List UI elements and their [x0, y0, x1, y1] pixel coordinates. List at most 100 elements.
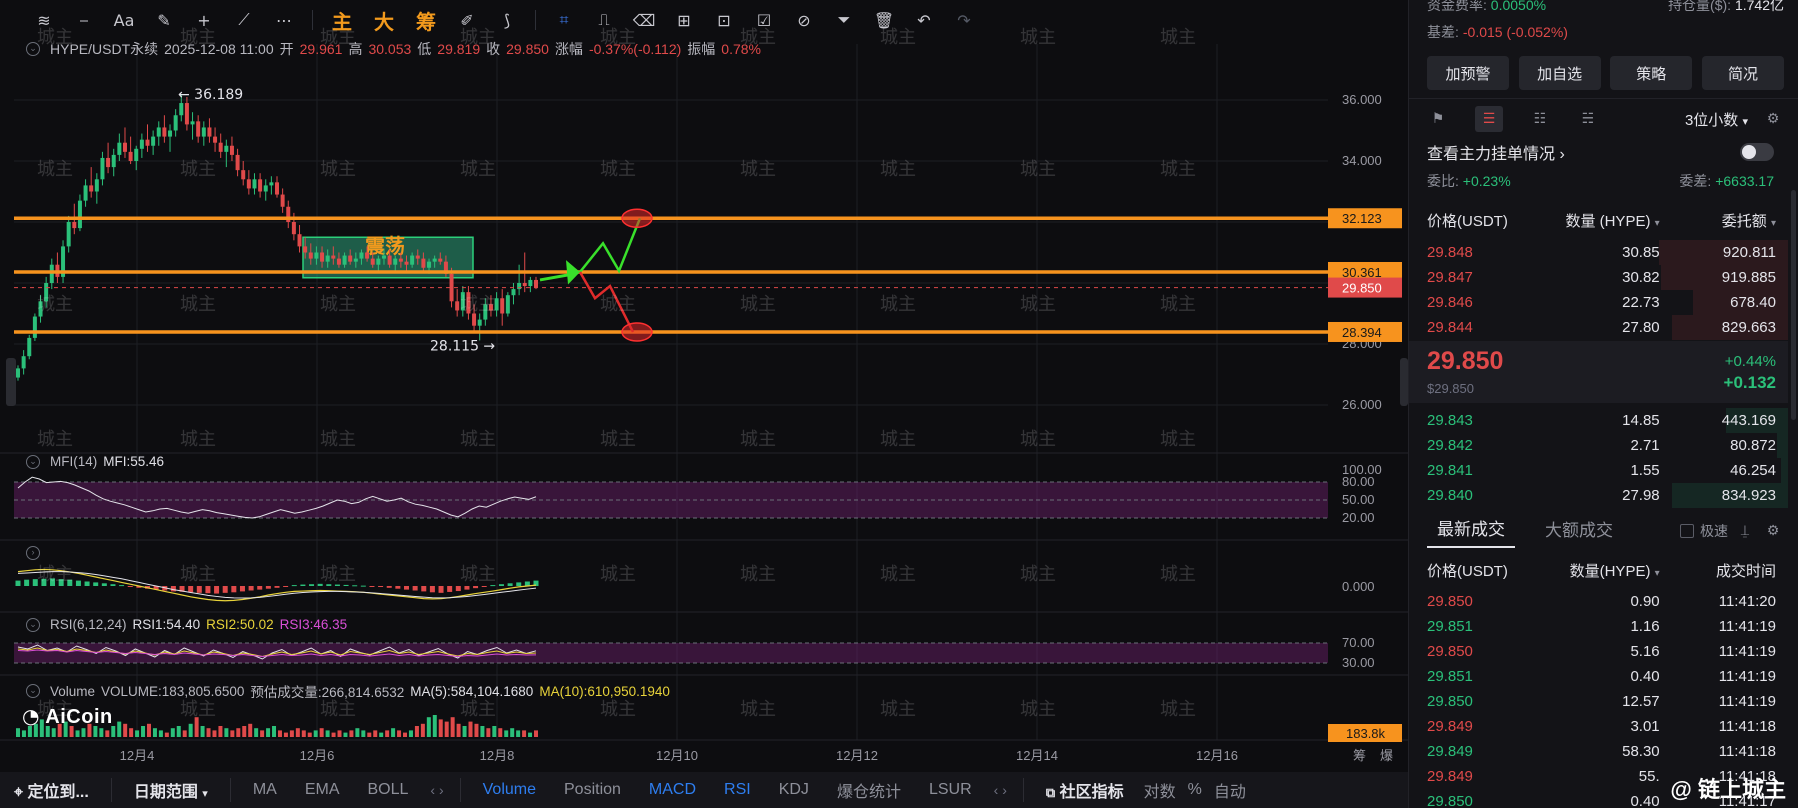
depth-bar — [1781, 458, 1788, 483]
auto-scale-toggle[interactable]: 自动 — [1208, 778, 1252, 802]
ob-total-header[interactable]: 委托额 ▾ — [1660, 210, 1776, 231]
filter-icon[interactable]: ⏷ — [824, 0, 864, 40]
candle-body — [314, 252, 319, 259]
add-alert-button[interactable]: 加预警 — [1427, 56, 1509, 90]
watermark-text: 城主 — [320, 699, 356, 720]
tr-qty-header[interactable]: 数量(HYPE) ▾ — [1555, 560, 1660, 581]
indicator-kdj[interactable]: KDJ — [765, 781, 823, 799]
candle-body — [381, 255, 386, 259]
book-bids-icon[interactable]: ☵ — [1577, 108, 1599, 130]
tab-large-trades[interactable]: 大额成交 — [1515, 516, 1623, 547]
volume-bar — [361, 730, 366, 737]
book-both-icon[interactable]: ☰ — [1475, 106, 1503, 132]
indicator-position[interactable]: Position — [550, 781, 635, 799]
rsi-legend: ⌄ RSI(6,12,24) RSI1:54.40 RSI2:50.02 RSI… — [26, 617, 347, 632]
candle-body — [21, 356, 26, 369]
ray-tool-icon[interactable]: ⟋ — [224, 0, 264, 40]
date-range-button[interactable]: 日期范围 ▾ — [120, 778, 222, 802]
ask-row[interactable]: 29.846 22.73 678.40 — [1427, 290, 1776, 315]
template-icon[interactable]: ☑ — [744, 0, 784, 40]
trades-header: 价格(USDT) 数量(HYPE) ▾ 成交时间 — [1427, 558, 1776, 583]
log-scale-toggle[interactable]: 对数 — [1138, 778, 1182, 802]
measure-icon[interactable]: ⊞ — [664, 0, 704, 40]
bid-row[interactable]: 29.840 27.98 834.923 — [1427, 483, 1776, 508]
collapse-icon[interactable]: ⌄ — [26, 684, 40, 698]
bid-row[interactable]: 29.842 2.71 80.872 — [1427, 433, 1776, 458]
indicator-boll[interactable]: BOLL — [353, 781, 422, 799]
percent-scale-toggle[interactable]: % — [1182, 781, 1208, 799]
ruler-icon[interactable]: ⎍ — [584, 0, 624, 40]
ob-total-label: 委托额 — [1721, 213, 1767, 230]
bid-row[interactable]: 29.843 14.85 443.169 — [1427, 408, 1776, 433]
strategy-button[interactable]: 策略 — [1610, 56, 1693, 90]
redo-icon[interactable]: ↷ — [944, 0, 984, 40]
locate-button[interactable]: ⌖ 定位到... — [0, 778, 103, 802]
macd-histogram-bar — [438, 586, 444, 593]
brush-icon[interactable]: ⟆ — [487, 0, 527, 40]
indicator-lsur[interactable]: LSUR — [915, 781, 986, 799]
decimal-selector[interactable]: 3位小数 ▾ — [1685, 109, 1748, 130]
indicator-volume[interactable]: Volume — [469, 781, 550, 799]
rsi2-value: RSI2:50.02 — [206, 617, 274, 632]
horizontal-line-icon[interactable]: ⎯ — [64, 0, 104, 40]
ask-row[interactable]: 29.844 27.80 829.663 — [1427, 315, 1776, 340]
ohlc-info: ⌄ HYPE/USDT永续 2025-12-08 11:00 开 29.961 … — [26, 40, 761, 58]
indicator-liquidation[interactable]: 爆仓统计 — [823, 778, 915, 802]
change-label: 涨幅 — [554, 41, 583, 57]
speed-checkbox[interactable] — [1680, 524, 1694, 538]
delete-icon[interactable]: 🗑 — [864, 0, 904, 40]
candle-body — [331, 255, 336, 259]
chevron-left-right-icon[interactable]: ‹ › — [986, 782, 1015, 798]
magnet-icon[interactable]: ⌗ — [544, 0, 584, 40]
ask-row[interactable]: 29.847 30.82 919.885 — [1427, 265, 1776, 290]
settings-icon[interactable]: ⚙ — [1762, 520, 1784, 542]
split-icon[interactable]: ⍊ — [1734, 520, 1756, 542]
settings-icon[interactable]: ⚙ — [1762, 108, 1784, 130]
more-tools-icon[interactable]: ⋯ — [264, 0, 304, 40]
indicator-macd[interactable]: MACD — [635, 781, 710, 799]
indicator-ma[interactable]: MA — [239, 781, 291, 799]
candle-body — [32, 316, 37, 338]
trend-tools-icon[interactable]: ≋ — [24, 0, 64, 40]
community-indicators-button[interactable]: ⧉ 社区指标 — [1032, 778, 1138, 802]
undo-icon[interactable]: ↶ — [904, 0, 944, 40]
lock-icon[interactable]: ⊡ — [704, 0, 744, 40]
expand-icon[interactable]: › — [26, 546, 40, 560]
main-orders-link[interactable]: 查看主力挂单情况 › — [1427, 140, 1565, 164]
main-orders-toggle[interactable] — [1740, 143, 1774, 161]
main-force-tool[interactable]: 主 — [321, 0, 363, 40]
chevron-left-right-icon[interactable]: ‹ › — [422, 782, 451, 798]
edit-icon[interactable]: ✐ — [447, 0, 487, 40]
chart-canvas[interactable]: 36.00034.00032.00030.00028.00026.000震荡32… — [0, 0, 1408, 772]
book-asks-icon[interactable]: ☷ — [1529, 108, 1551, 130]
volume-bar — [224, 728, 229, 737]
overview-button[interactable]: 简况 — [1701, 56, 1784, 90]
divider — [1409, 98, 1798, 99]
flag-icon[interactable]: ⚑ — [1427, 108, 1449, 130]
ob-qty-header[interactable]: 数量 (HYPE) ▾ — [1555, 210, 1659, 231]
bid-row[interactable]: 29.841 1.55 46.254 — [1427, 458, 1776, 483]
pen-tool-icon[interactable]: ✎ — [144, 0, 184, 40]
collapse-icon[interactable]: ⌄ — [26, 42, 40, 56]
indicator-rsi[interactable]: RSI — [710, 781, 765, 799]
ask-row[interactable]: 29.848 30.85 920.811 — [1427, 240, 1776, 265]
tab-latest-trades[interactable]: 最新成交 — [1427, 515, 1515, 548]
hide-drawings-icon[interactable]: ⊘ — [784, 0, 824, 40]
arrow-head — [566, 260, 580, 285]
watermark-text: 城主 — [1160, 159, 1196, 180]
macd-histogram-bar — [222, 586, 228, 593]
crosshair-icon[interactable]: + — [184, 0, 224, 40]
date-range-label: 日期范围 — [133, 784, 198, 801]
alert-bell-icon[interactable]: ⌄ — [26, 617, 40, 632]
chip-tool[interactable]: 筹 — [405, 0, 447, 40]
eraser-icon[interactable]: ⌫ — [624, 0, 664, 40]
ask-total: 678.40 — [1730, 294, 1776, 311]
large-order-tool[interactable]: 大 — [363, 0, 405, 40]
candle-body — [190, 121, 195, 125]
text-tool-icon[interactable]: Aa — [104, 0, 144, 40]
collapse-icon[interactable]: ⌄ — [26, 454, 40, 469]
macd-histogram-bar — [170, 586, 176, 592]
indicator-ema[interactable]: EMA — [291, 781, 354, 799]
orderbook-scrollbar[interactable] — [1791, 190, 1796, 420]
add-watchlist-button[interactable]: 加自选 — [1518, 56, 1601, 90]
